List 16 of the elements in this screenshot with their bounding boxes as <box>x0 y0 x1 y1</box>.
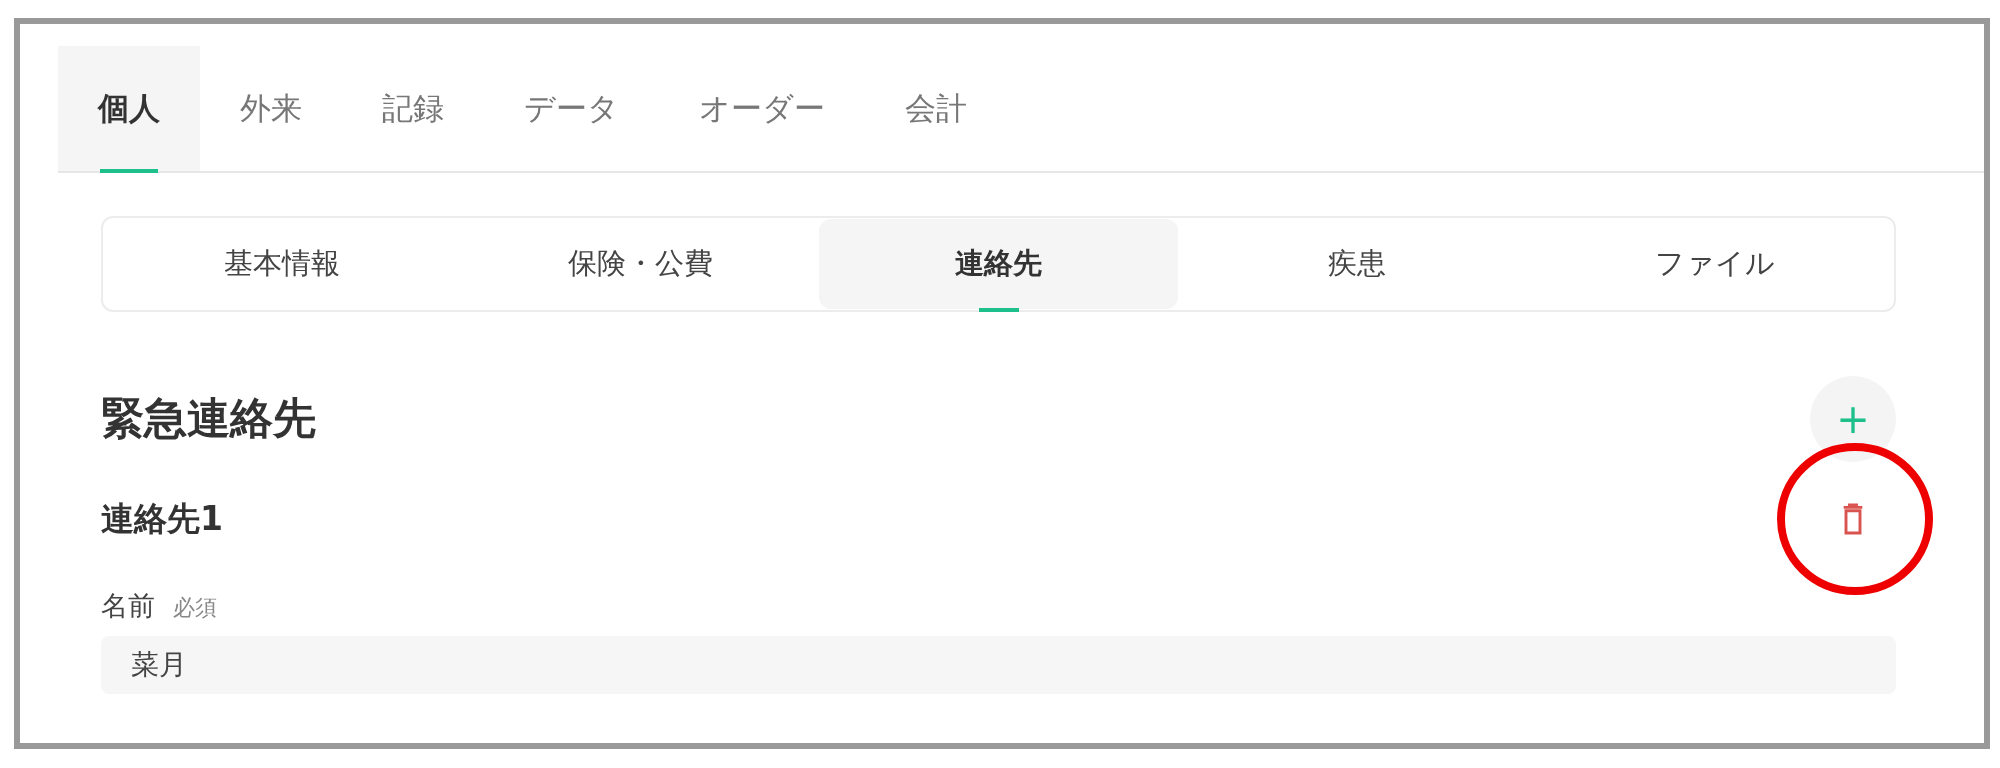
nav-tab[interactable]: 個人 <box>58 46 200 171</box>
subtab[interactable]: 連絡先 <box>819 219 1178 309</box>
required-tag: 必須 <box>173 593 217 623</box>
nav-tab[interactable]: 会計 <box>865 46 1007 171</box>
contact-title: 連絡先1 <box>101 497 223 540</box>
subtab[interactable]: 保険・公費 <box>461 219 820 309</box>
nav-tab[interactable]: 外来 <box>200 46 342 171</box>
subtab[interactable]: 疾患 <box>1177 219 1536 309</box>
section-title: 緊急連絡先 <box>101 392 316 445</box>
subtab[interactable]: 基本情報 <box>103 219 462 309</box>
subtab[interactable]: ファイル <box>1535 219 1894 309</box>
field-label: 名前 <box>101 589 155 623</box>
nav-tab[interactable]: データ <box>484 46 659 171</box>
name-input-field[interactable]: 菜月 <box>101 636 1896 694</box>
nav-tab[interactable]: オーダー <box>659 46 865 171</box>
nav-tab[interactable]: 記録 <box>342 46 484 171</box>
